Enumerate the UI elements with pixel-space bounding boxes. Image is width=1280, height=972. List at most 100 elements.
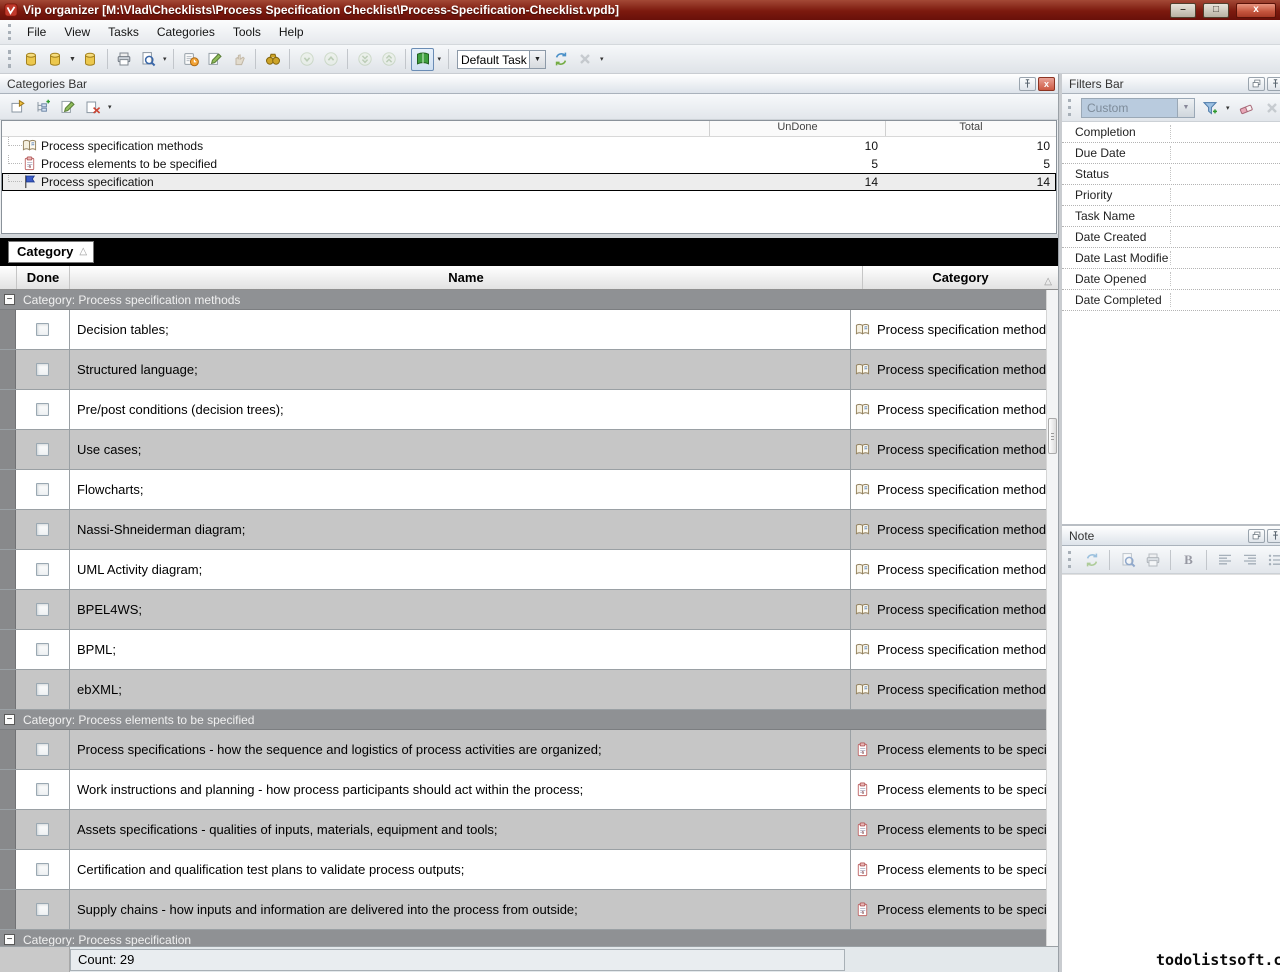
categories-toolbar-options-icon[interactable]: ▾ xyxy=(106,103,114,111)
notebook-view-dropdown-icon[interactable]: ▾ xyxy=(435,55,443,63)
filter-preset-dropdown-button[interactable]: ▼ xyxy=(1177,98,1195,118)
move-to-bottom-button[interactable] xyxy=(353,48,376,71)
move-up-button[interactable] xyxy=(319,48,342,71)
save-database-button[interactable] xyxy=(79,48,102,71)
task-name[interactable]: Supply chains - how inputs and informati… xyxy=(70,890,850,929)
filter-value[interactable] xyxy=(1171,185,1280,205)
complete-task-button[interactable] xyxy=(227,48,250,71)
scrollbar-thumb[interactable] xyxy=(1048,418,1057,454)
restore-button[interactable]: □ xyxy=(1203,3,1229,18)
task-name[interactable]: Process specifications - how the sequenc… xyxy=(70,730,850,769)
close-panel-icon[interactable]: x xyxy=(1038,77,1055,91)
new-subcategory-button[interactable] xyxy=(31,95,54,118)
note-content[interactable]: todolistsoft.com xyxy=(1062,574,1280,972)
task-category-cell[interactable]: Process specification methods xyxy=(850,630,1046,669)
collapse-group-icon[interactable]: − xyxy=(4,294,15,305)
restore-panel-icon[interactable] xyxy=(1248,529,1265,543)
edit-task-button[interactable] xyxy=(203,48,226,71)
task-row[interactable]: UML Activity diagram; Process specificat… xyxy=(0,550,1046,590)
note-apply-button[interactable] xyxy=(1080,548,1103,571)
filter-value[interactable] xyxy=(1171,248,1280,268)
group-header-row[interactable]: − Category: Process specification xyxy=(0,930,1046,946)
find-task-button[interactable] xyxy=(261,48,284,71)
print-preview-button[interactable] xyxy=(137,48,160,71)
print-button[interactable] xyxy=(113,48,136,71)
task-category-cell[interactable]: Process elements to be specified xyxy=(850,730,1046,769)
open-database-button[interactable] xyxy=(43,48,66,71)
delete-filter-button[interactable] xyxy=(1261,96,1280,119)
clear-filter-button[interactable] xyxy=(1235,96,1258,119)
column-header-done[interactable]: Done xyxy=(16,266,70,289)
group-header-row[interactable]: − Category: Process elements to be speci… xyxy=(0,710,1046,730)
task-category-cell[interactable]: Process specification methods xyxy=(850,510,1046,549)
task-name[interactable]: Structured language; xyxy=(70,350,850,389)
menu-item[interactable]: Tools xyxy=(224,21,270,43)
filter-value[interactable] xyxy=(1171,290,1280,310)
task-done-checkbox[interactable] xyxy=(36,323,49,336)
task-category-cell[interactable]: Process elements to be specified xyxy=(850,770,1046,809)
task-done-checkbox[interactable] xyxy=(36,863,49,876)
category-tree-row[interactable]: Process specification methods 10 10 xyxy=(2,137,1056,155)
apply-filter-button[interactable] xyxy=(1198,96,1221,119)
vertical-scrollbar[interactable] xyxy=(1046,290,1058,946)
menu-item[interactable]: Tasks xyxy=(99,21,148,43)
column-header-category[interactable]: Category△ xyxy=(862,266,1058,289)
pin-icon[interactable] xyxy=(1019,77,1036,91)
task-done-checkbox[interactable] xyxy=(36,603,49,616)
task-name[interactable]: Assets specifications - qualities of inp… xyxy=(70,810,850,849)
note-preview-button[interactable] xyxy=(1116,548,1139,571)
filter-preset-value[interactable]: Custom xyxy=(1081,98,1177,118)
category-tree-row[interactable]: Process elements to be specified 5 5 xyxy=(2,155,1056,173)
task-done-checkbox[interactable] xyxy=(36,563,49,576)
apply-filter-dropdown-icon[interactable]: ▾ xyxy=(1224,104,1232,112)
apply-template-button[interactable] xyxy=(550,48,573,71)
new-database-button[interactable] xyxy=(19,48,42,71)
new-task-button[interactable] xyxy=(179,48,202,71)
delete-button[interactable] xyxy=(574,48,597,71)
close-button[interactable]: x xyxy=(1236,3,1276,18)
task-row[interactable]: Process specifications - how the sequenc… xyxy=(0,730,1046,770)
delete-category-button[interactable] xyxy=(81,95,104,118)
task-done-checkbox[interactable] xyxy=(36,683,49,696)
task-row[interactable]: Supply chains - how inputs and informati… xyxy=(0,890,1046,930)
task-row[interactable]: Flowcharts; Process specification method… xyxy=(0,470,1046,510)
column-header-undone[interactable]: UnDone xyxy=(710,121,886,136)
task-done-checkbox[interactable] xyxy=(36,483,49,496)
edit-category-button[interactable] xyxy=(56,95,79,118)
move-down-button[interactable] xyxy=(295,48,318,71)
align-right-button[interactable] xyxy=(1238,548,1261,571)
task-name[interactable]: Certification and qualification test pla… xyxy=(70,850,850,889)
task-row[interactable]: Certification and qualification test pla… xyxy=(0,850,1046,890)
task-template-value[interactable]: Default Task xyxy=(457,50,529,69)
column-header-total[interactable]: Total xyxy=(886,121,1056,136)
task-name[interactable]: Decision tables; xyxy=(70,310,850,349)
minimize-button[interactable]: – xyxy=(1170,3,1196,18)
task-name[interactable]: Work instructions and planning - how pro… xyxy=(70,770,850,809)
pin-icon[interactable] xyxy=(1267,77,1280,91)
task-name[interactable]: Use cases; xyxy=(70,430,850,469)
task-category-cell[interactable]: Process specification methods xyxy=(850,550,1046,589)
task-name[interactable]: Nassi-Shneiderman diagram; xyxy=(70,510,850,549)
task-row[interactable]: Structured language; Process specificati… xyxy=(0,350,1046,390)
task-category-cell[interactable]: Process specification methods xyxy=(850,470,1046,509)
task-row[interactable]: BPEL4WS; Process specification methods xyxy=(0,590,1046,630)
task-done-checkbox[interactable] xyxy=(36,783,49,796)
menu-item[interactable]: Help xyxy=(270,21,313,43)
bullet-list-button[interactable] xyxy=(1263,548,1280,571)
move-to-top-button[interactable] xyxy=(377,48,400,71)
pin-icon[interactable] xyxy=(1267,529,1280,543)
filter-value[interactable] xyxy=(1171,269,1280,289)
column-header-name[interactable]: Name xyxy=(70,270,862,285)
task-row[interactable]: Nassi-Shneiderman diagram; Process speci… xyxy=(0,510,1046,550)
task-category-cell[interactable]: Process specification methods xyxy=(850,670,1046,709)
task-name[interactable]: ebXML; xyxy=(70,670,850,709)
filter-value[interactable] xyxy=(1171,122,1280,142)
filter-preset-combobox[interactable]: Custom ▼ xyxy=(1081,98,1195,118)
task-row[interactable]: Work instructions and planning - how pro… xyxy=(0,770,1046,810)
task-row[interactable]: Use cases; Process specification methods xyxy=(0,430,1046,470)
task-done-checkbox[interactable] xyxy=(36,903,49,916)
task-name[interactable]: UML Activity diagram; xyxy=(70,550,850,589)
task-done-checkbox[interactable] xyxy=(36,523,49,536)
task-done-checkbox[interactable] xyxy=(36,743,49,756)
note-print-button[interactable] xyxy=(1141,548,1164,571)
